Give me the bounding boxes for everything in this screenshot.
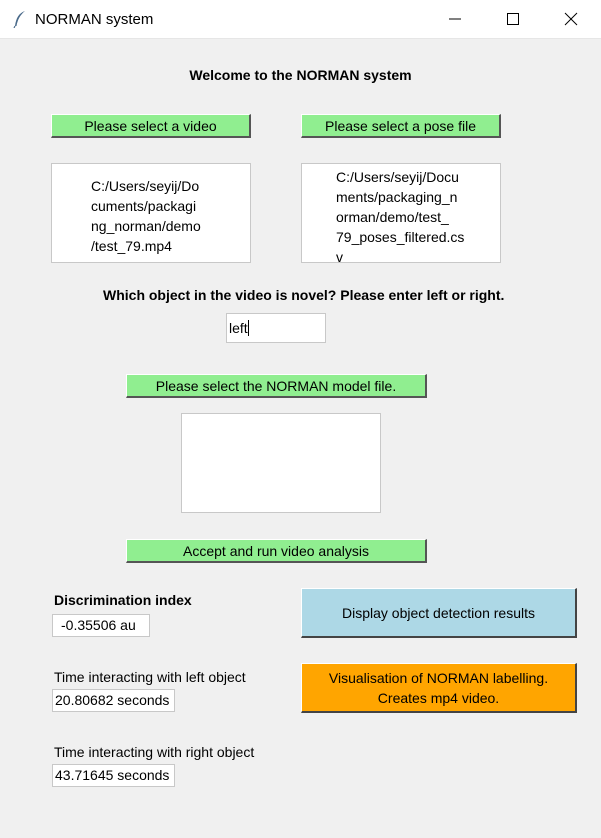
right-time-value: 43.71645 seconds xyxy=(52,764,175,787)
left-time-label: Time interacting with left object xyxy=(54,669,246,685)
title-bar: NORMAN system xyxy=(0,0,601,39)
novel-object-question: Which object in the video is novel? Plea… xyxy=(103,287,505,303)
welcome-heading: Welcome to the NORMAN system xyxy=(189,67,412,83)
display-detection-button[interactable]: Display object detection results xyxy=(301,588,577,638)
minimize-button[interactable] xyxy=(426,0,484,38)
select-pose-button[interactable]: Please select a pose file xyxy=(301,114,501,138)
video-path-display: C:/Users/seyij/Do cuments/packagi ng_nor… xyxy=(51,163,251,263)
pose-path-display: C:/Users/seyij/Docu ments/packaging_n or… xyxy=(301,163,501,263)
close-button[interactable] xyxy=(542,0,600,38)
text-cursor xyxy=(247,320,249,336)
select-video-button[interactable]: Please select a video xyxy=(51,114,251,138)
visualisation-button[interactable]: Visualisation of NORMAN labelling. Creat… xyxy=(301,663,577,713)
window-title: NORMAN system xyxy=(35,11,154,28)
novel-side-value: left xyxy=(229,320,248,336)
close-icon xyxy=(564,12,578,26)
right-time-label: Time interacting with right object xyxy=(54,744,255,760)
discrimination-index-label: Discrimination index xyxy=(54,592,192,608)
model-path-display xyxy=(181,413,381,513)
select-model-button[interactable]: Please select the NORMAN model file. xyxy=(126,374,427,398)
minimize-icon xyxy=(449,18,461,20)
discrimination-index-value: -0.35506 au xyxy=(52,614,150,637)
run-analysis-button[interactable]: Accept and run video analysis xyxy=(126,539,427,563)
maximize-icon xyxy=(507,13,519,25)
left-time-value: 20.80682 seconds xyxy=(52,689,175,712)
novel-side-input[interactable]: left xyxy=(226,313,326,343)
feather-icon xyxy=(12,10,28,29)
maximize-button[interactable] xyxy=(484,0,542,38)
